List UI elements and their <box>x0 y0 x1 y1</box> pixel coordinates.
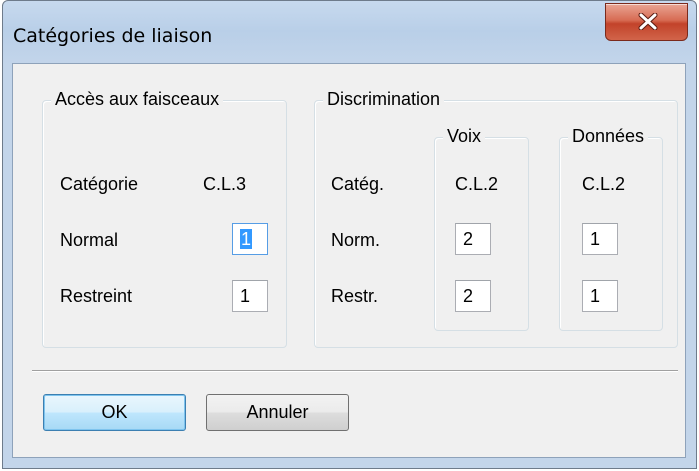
access-restricted-value: 1 <box>240 286 251 306</box>
access-group-legend: Accès aux faisceaux <box>51 89 224 110</box>
access-category-label: Catégorie <box>60 174 139 194</box>
window-title: Catégories de liaison <box>13 25 213 47</box>
cancel-button[interactable]: Annuler <box>206 394 349 431</box>
data-normal-value: 1 <box>590 229 601 249</box>
voice-group-legend: Voix <box>443 126 486 147</box>
voice-restricted-field[interactable]: 2 <box>455 280 491 312</box>
access-normal-value: 1 <box>240 229 253 249</box>
data-group-legend: Données <box>568 126 649 147</box>
discrimination-group-legend: Discrimination <box>323 89 445 110</box>
access-category-value: C.L.3 <box>203 174 247 194</box>
data-category-value: C.L.2 <box>582 174 626 194</box>
voice-category-value: C.L.2 <box>455 174 499 194</box>
data-restricted-field[interactable]: 1 <box>582 280 618 312</box>
access-normal-field[interactable]: 1 <box>232 223 268 255</box>
data-normal-field[interactable]: 1 <box>582 223 618 255</box>
discrimination-normal-label: Norm. <box>331 230 380 250</box>
title-bar[interactable]: Catégories de liaison <box>3 1 696 65</box>
close-icon <box>638 13 658 30</box>
voice-restricted-value: 2 <box>463 286 474 306</box>
voice-normal-field[interactable]: 2 <box>455 223 491 255</box>
dialog-client-area: Accès aux faisceaux Catégorie C.L.3 Norm… <box>12 63 686 458</box>
data-restricted-value: 1 <box>590 286 601 306</box>
separator-line <box>32 370 678 372</box>
discrimination-category-label: Catég. <box>331 174 385 194</box>
dialog-window: Catégories de liaison Accès aux faisceau… <box>2 0 697 469</box>
close-button[interactable] <box>605 3 688 41</box>
access-restricted-label: Restreint <box>60 286 133 306</box>
ok-button[interactable]: OK <box>43 394 186 431</box>
access-restricted-field[interactable]: 1 <box>232 280 268 312</box>
voice-normal-value: 2 <box>463 229 474 249</box>
discrimination-restricted-label: Restr. <box>331 286 379 306</box>
access-normal-label: Normal <box>60 230 119 250</box>
